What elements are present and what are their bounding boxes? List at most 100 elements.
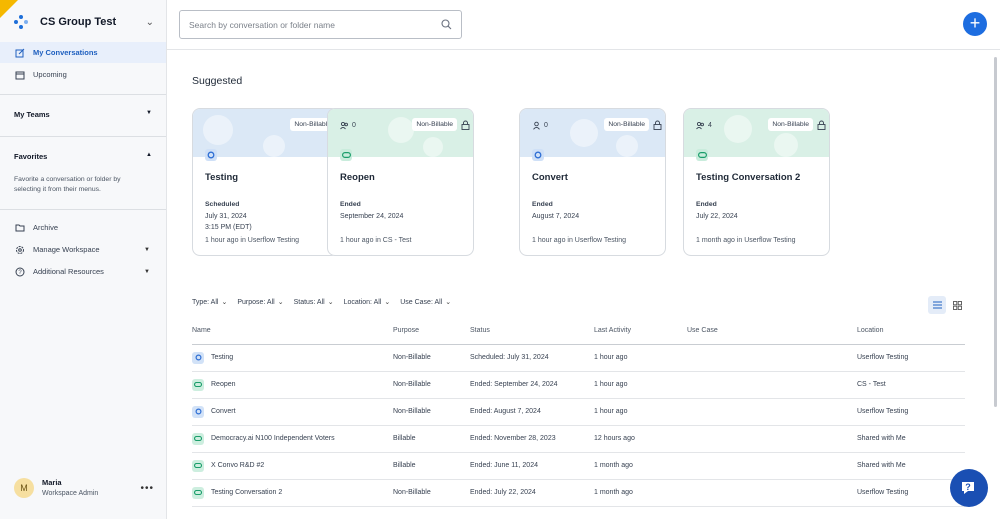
conversation-type-icon [696, 149, 708, 161]
card-title: Convert [532, 172, 568, 183]
scrollbar[interactable] [991, 51, 1000, 519]
add-conversation-button[interactable]: + [963, 12, 987, 36]
suggested-card[interactable]: Non-Billable Testing Scheduled July 31, … [192, 108, 339, 256]
conversation-type-icon [192, 486, 204, 499]
help-circle-icon: ? [15, 267, 25, 276]
conversation-type-icon [205, 149, 217, 161]
grid-view-button[interactable] [948, 296, 966, 314]
sidebar-section-favorites[interactable]: Favorites ▲ [14, 152, 152, 161]
search-input[interactable] [189, 19, 441, 30]
search-icon[interactable] [441, 19, 452, 30]
edit-icon [15, 48, 25, 57]
conversations-table: Name Purpose Status Last Activity Use Ca… [192, 318, 965, 507]
row-purpose: Non-Billable [393, 371, 470, 399]
chevron-down-icon: ⌄ [384, 299, 391, 306]
column-header-status[interactable]: Status [470, 318, 594, 345]
card-date: September 24, 2024 [340, 213, 404, 220]
suggested-card[interactable]: 0 Non-Billable Convert Ended August 7, 2… [519, 108, 666, 256]
row-location: Userflow Testing [857, 479, 965, 507]
billing-badge: Non-Billable [604, 118, 649, 131]
card-status: Ended [696, 201, 717, 208]
row-name: X Convo R&D #2 [211, 462, 265, 469]
card-title: Testing [205, 172, 239, 183]
row-name: Democracy.ai N100 Independent Voters [211, 435, 335, 442]
row-last-activity: 1 month ago [594, 479, 687, 507]
grid-icon [952, 300, 962, 310]
table-row[interactable]: Convert Non-Billable Ended: August 7, 20… [192, 398, 965, 426]
help-chat-icon: ? [962, 482, 974, 494]
row-status: Ended: July 22, 2024 [470, 479, 594, 507]
table-row[interactable]: Reopen Non-Billable Ended: September 24,… [192, 371, 965, 399]
table-header-row: Name Purpose Status Last Activity Use Ca… [192, 318, 965, 345]
column-header-use-case[interactable]: Use Case [687, 318, 857, 345]
suggested-card[interactable]: 0 Non-Billable Reopen Ended September 24… [327, 108, 474, 256]
card-date: July 22, 2024 [696, 213, 738, 220]
sidebar-item-archive[interactable]: Archive [0, 217, 166, 238]
conversation-type-icon [340, 149, 352, 161]
chevron-down-icon: ⌄ [327, 299, 334, 306]
workspace-name: CS Group Test [40, 16, 117, 28]
row-last-activity: 1 hour ago [594, 344, 687, 372]
row-name: Reopen [211, 381, 236, 388]
lock-icon [653, 120, 662, 130]
conversation-type-icon [192, 351, 204, 364]
filter-type[interactable]: Type: All ⌄ [192, 298, 227, 307]
row-use-case [687, 452, 857, 480]
workspace-logo-icon [14, 15, 28, 29]
help-chat-button[interactable]: ? [950, 469, 988, 507]
column-header-name[interactable]: Name [192, 318, 393, 345]
table-row[interactable]: Testing Non-Billable Scheduled: July 31,… [192, 344, 965, 372]
suggested-card[interactable]: 4 Non-Billable Testing Conversation 2 En… [683, 108, 830, 256]
column-header-last-activity[interactable]: Last Activity [594, 318, 687, 345]
user-profile[interactable]: M Maria Workspace Admin ••• [14, 478, 154, 499]
section-label: My Teams [14, 110, 50, 119]
filter-use-case[interactable]: Use Case: All ⌄ [400, 298, 451, 307]
sidebar-section-my-teams[interactable]: My Teams ▼ [14, 110, 152, 119]
caret-down-icon: ▼ [146, 110, 152, 116]
table-row[interactable]: X Convo R&D #2 Billable Ended: June 11, … [192, 452, 965, 480]
chevron-down-icon: ⌄ [145, 16, 154, 28]
card-footer: 1 hour ago in Userflow Testing [205, 237, 300, 244]
column-header-purpose[interactable]: Purpose [393, 318, 470, 345]
search-box[interactable] [179, 10, 462, 39]
filter-purpose[interactable]: Purpose: All ⌄ [237, 298, 283, 307]
divider [0, 209, 166, 210]
caret-down-icon: ▼ [144, 246, 150, 253]
row-location: Shared with Me [857, 425, 965, 453]
users-icon [340, 121, 348, 130]
more-options-icon[interactable]: ••• [140, 483, 154, 494]
calendar-icon [15, 71, 25, 79]
card-date: August 7, 2024 [532, 213, 580, 220]
workspace-switcher[interactable]: CS Group Test ⌄ [14, 15, 154, 29]
sidebar-item-additional-resources[interactable]: ? Additional Resources ▼ [0, 261, 166, 282]
row-use-case [687, 479, 857, 507]
user-name: Maria [42, 478, 62, 487]
sidebar-item-upcoming[interactable]: Upcoming [0, 64, 166, 85]
column-header-location[interactable]: Location [857, 318, 965, 345]
conversation-type-icon [192, 459, 204, 472]
billing-badge: Non-Billable [412, 118, 457, 131]
row-name: Testing Conversation 2 [211, 489, 283, 496]
favorites-empty-hint: Favorite a conversation or folder by sel… [14, 176, 121, 194]
row-location: Userflow Testing [857, 344, 965, 372]
scrollbar-thumb[interactable] [994, 57, 997, 407]
filter-location[interactable]: Location: All ⌄ [344, 298, 391, 307]
row-location: CS - Test [857, 371, 965, 399]
row-location: Shared with Me [857, 452, 965, 480]
table-row[interactable]: Testing Conversation 2 Non-Billable Ende… [192, 479, 965, 507]
user-icon [533, 121, 540, 130]
sidebar-item-label: Additional Resources [33, 267, 104, 276]
row-last-activity: 1 hour ago [594, 371, 687, 399]
sidebar-item-manage-workspace[interactable]: Manage Workspace ▼ [0, 239, 166, 260]
card-date: July 31, 2024 3:15 PM (EDT) [205, 213, 252, 231]
row-status: Ended: September 24, 2024 [470, 371, 594, 399]
filter-status[interactable]: Status: All ⌄ [294, 298, 334, 307]
list-view-button[interactable] [928, 296, 946, 314]
row-purpose: Non-Billable [393, 344, 470, 372]
sidebar-item-label: Manage Workspace [33, 245, 100, 254]
conversation-type-icon [192, 405, 204, 418]
row-use-case [687, 398, 857, 426]
card-footer: 1 month ago in Userflow Testing [696, 237, 796, 244]
sidebar-item-my-conversations[interactable]: My Conversations [0, 42, 166, 63]
table-row[interactable]: Democracy.ai N100 Independent Voters Bil… [192, 425, 965, 453]
